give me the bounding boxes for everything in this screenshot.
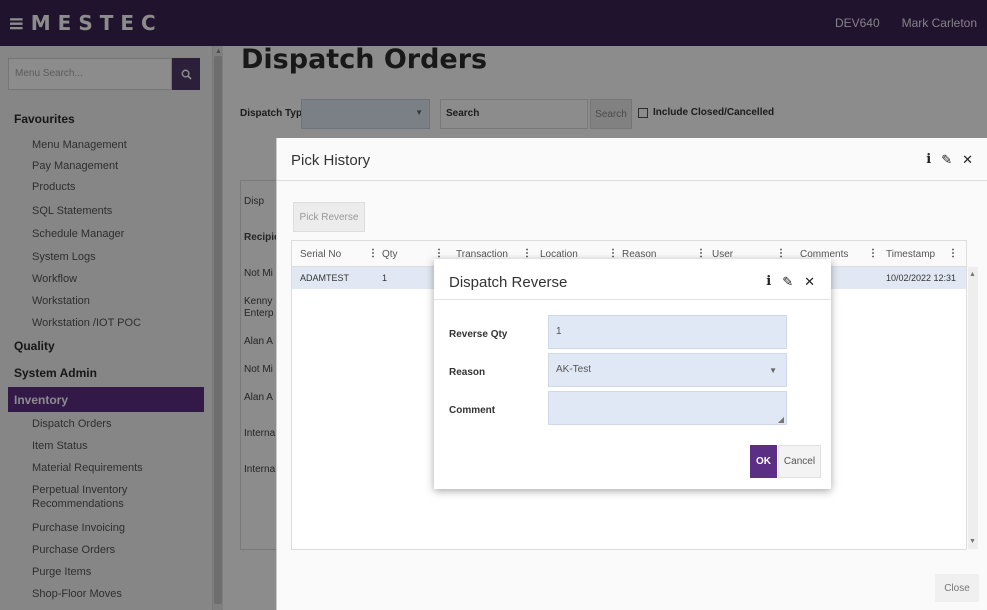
reason-label: Reason: [449, 367, 486, 378]
column-menu-icon[interactable]: ⋮: [948, 248, 958, 259]
info-icon[interactable]: i: [926, 152, 931, 168]
divider: [277, 180, 987, 181]
column-menu-icon[interactable]: ⋮: [434, 248, 444, 259]
column-serial-no[interactable]: Serial No ⋮: [300, 248, 378, 260]
cell-timestamp: 10/02/2022 12:31: [886, 273, 957, 283]
scroll-up-icon[interactable]: ▲: [969, 271, 976, 278]
grid-scrollbar[interactable]: ▲ ▼: [968, 267, 978, 549]
column-menu-icon[interactable]: ⋮: [368, 248, 378, 259]
reason-selected-value: AK-Test: [556, 364, 592, 375]
cell-serial-no: ADAMTEST: [300, 273, 350, 283]
close-button[interactable]: Close: [935, 574, 979, 602]
column-menu-icon[interactable]: ⋮: [608, 248, 618, 259]
comment-label: Comment: [449, 405, 496, 416]
close-icon[interactable]: ✕: [804, 274, 815, 290]
dispatch-reverse-title: Dispatch Reverse: [449, 274, 568, 291]
column-menu-icon[interactable]: ⋮: [776, 248, 786, 259]
reverse-qty-label: Reverse Qty: [449, 329, 508, 340]
ok-button[interactable]: OK: [750, 445, 777, 478]
reason-select[interactable]: AK-Test ▼: [548, 353, 787, 387]
edit-icon[interactable]: ✎: [782, 274, 793, 290]
edit-icon[interactable]: ✎: [941, 152, 952, 168]
column-timestamp[interactable]: Timestamp ⋮: [886, 248, 958, 260]
column-qty[interactable]: Qty ⋮: [382, 248, 444, 260]
close-icon[interactable]: ✕: [962, 152, 973, 168]
column-menu-icon[interactable]: ⋮: [522, 248, 532, 259]
cancel-button[interactable]: Cancel: [778, 445, 821, 478]
chevron-down-icon: ▼: [769, 366, 777, 375]
info-icon[interactable]: i: [766, 274, 771, 290]
column-label: Qty: [382, 249, 398, 260]
cell-qty: 1: [382, 273, 388, 283]
resize-handle-icon[interactable]: ◢: [778, 415, 784, 424]
column-menu-icon[interactable]: ⋮: [868, 248, 878, 259]
column-label: Serial No: [300, 249, 342, 260]
column-menu-icon[interactable]: ⋮: [696, 248, 706, 259]
column-label: Timestamp: [886, 249, 936, 260]
scroll-down-icon[interactable]: ▼: [969, 538, 976, 545]
pick-reverse-button[interactable]: Pick Reverse: [293, 202, 365, 232]
pick-history-title: Pick History: [291, 152, 371, 169]
divider: [434, 299, 831, 300]
dispatch-reverse-dialog: Dispatch Reverse i ✎ ✕ Reverse Qty 1 Rea…: [434, 259, 831, 489]
reverse-qty-input[interactable]: 1: [548, 315, 787, 349]
comment-textarea[interactable]: ◢: [548, 391, 787, 425]
